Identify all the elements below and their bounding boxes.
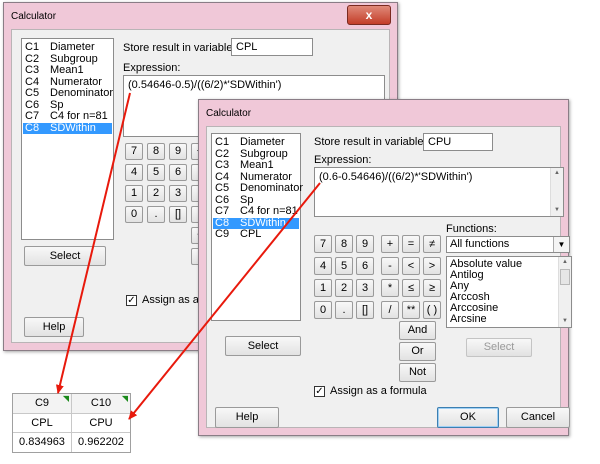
annotation-arrows xyxy=(55,92,321,420)
arrow-cpu xyxy=(128,182,321,420)
arrow-cpl xyxy=(55,92,131,394)
